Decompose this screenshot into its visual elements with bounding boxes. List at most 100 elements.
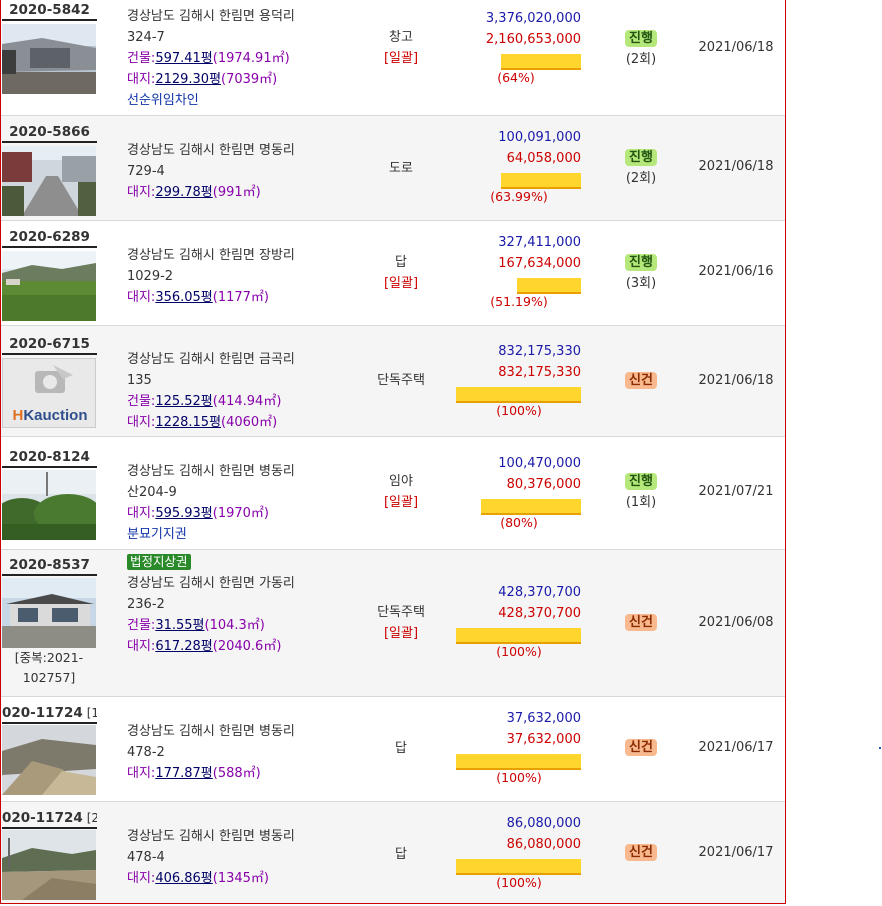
land-pyeong-link[interactable]: 1228.15평 xyxy=(155,415,221,430)
property-use: 도로 xyxy=(389,161,413,176)
building-pyeong-link[interactable]: 31.55평 xyxy=(155,618,204,633)
ratio-bar xyxy=(445,54,581,70)
price-block: 3,376,020,000 2,160,653,000 xyxy=(445,8,581,50)
land-pyeong-link[interactable]: 356.05평 xyxy=(155,290,212,305)
table-row[interactable]: 2020-8124 경상남도 김해시 한림면 병동리 산204-9 대지:595… xyxy=(1,437,785,550)
property-use: 단독주택 [일괄] xyxy=(361,602,441,644)
bulk-sale-tag: [일괄] xyxy=(383,495,419,510)
property-photo[interactable] xyxy=(2,251,96,321)
land-pyeong-link[interactable]: 299.78평 xyxy=(155,185,212,200)
status-badge: 신건 xyxy=(625,844,657,861)
sale-date: 2021/06/08 xyxy=(698,615,774,630)
building-pyeong-link[interactable]: 125.52평 xyxy=(155,394,212,409)
ratio-bar xyxy=(445,754,581,770)
table-row[interactable]: 2020-5842 경상남도 김해시 한림면 용덕리 324-7 건물:597.… xyxy=(1,0,786,116)
property-use: 답 xyxy=(395,741,407,756)
round-count: (2회) xyxy=(625,52,657,67)
land-pyeong-link[interactable]: 595.93평 xyxy=(155,506,212,521)
ratio-percent: (100%) xyxy=(496,875,542,890)
case-number-link[interactable]: 2020-6289 xyxy=(2,229,97,248)
case-number-link[interactable]: 2020-6715 xyxy=(2,336,97,355)
table-row[interactable]: 020-11724[1] 경상남도 김해시 한림면 병동리 478-2 대지:1… xyxy=(1,697,786,802)
table-row[interactable]: 2020-8537 [중복:2021- 102757] 법정지상권 경상남도 김… xyxy=(1,550,786,697)
row-edge-marker xyxy=(785,617,786,627)
table-row[interactable]: 2020-6289 경상남도 김해시 한림면 장방리 1029-2 대지:356… xyxy=(1,221,785,326)
sale-date: 2021/06/17 xyxy=(698,845,774,860)
property-photo[interactable] xyxy=(2,725,96,795)
property-info: 법정지상권 경상남도 김해시 한림면 가동리 236-2 건물:31.55평(1… xyxy=(127,552,357,657)
sale-date: 2021/06/18 xyxy=(698,40,774,55)
case-number-link[interactable]: 020-11724[2] xyxy=(2,810,97,829)
status-cell: 진행 (2회) xyxy=(601,28,681,70)
address-line: 경상남도 김해시 한림면 용덕리 xyxy=(127,9,295,24)
status-badge: 진행 xyxy=(625,473,657,490)
road-photo xyxy=(2,146,96,216)
table-row[interactable]: 2020-5866 경상남도 김해시 한림면 명동리 729-4 대지:299.… xyxy=(1,116,786,221)
land-pyeong-link[interactable]: 2129.30평 xyxy=(155,72,221,87)
case-number-link[interactable]: 2020-8124 xyxy=(2,449,97,468)
ratio-percent: (63.99%) xyxy=(490,189,548,204)
no-photo-placeholder[interactable]: HKauction xyxy=(2,358,96,428)
table-row[interactable]: 2020-6715 HKauction 경상남도 김해시 한림면 금곡리 135… xyxy=(1,326,785,437)
row-edge-marker xyxy=(785,742,786,752)
case-number-link[interactable]: 2020-5866 xyxy=(2,124,97,143)
duplicate-case: [중복:2021- 102757] xyxy=(14,650,84,685)
status-cell: 진행 (1회) xyxy=(625,473,657,510)
appraisal-price: 3,376,020,000 xyxy=(485,11,581,26)
row-edge-marker xyxy=(785,161,786,171)
price-block: 327,411,000 167,634,000 xyxy=(498,235,581,271)
status-badge: 진행 xyxy=(625,254,657,271)
case-number-link[interactable]: 020-11724[1] xyxy=(2,705,97,724)
special-note: 선순위임차인 xyxy=(127,93,199,108)
sale-date: 2021/06/18 xyxy=(698,373,774,388)
address-lot: 324-7 xyxy=(127,30,165,45)
farmland-photo xyxy=(2,830,96,900)
property-info: 경상남도 김해시 한림면 장방리 1029-2 대지:356.05평(1177㎡… xyxy=(127,245,357,308)
status-cell: 신건 xyxy=(601,612,681,633)
property-photo[interactable] xyxy=(2,830,96,900)
property-photo[interactable] xyxy=(2,24,96,94)
property-photo[interactable] xyxy=(2,146,96,216)
case-number-link[interactable]: 2020-8537 xyxy=(2,557,97,576)
house-photo xyxy=(2,578,96,648)
ratio-bar xyxy=(445,499,581,515)
land-area: 대지:177.87평(588㎡) xyxy=(127,766,261,781)
special-note: 분묘기지권 xyxy=(127,527,187,542)
status-badge: 신건 xyxy=(625,372,657,389)
price-block: 428,370,700 428,370,700 xyxy=(498,585,581,621)
ratio-bar xyxy=(445,859,581,875)
land-pyeong-link[interactable]: 406.86평 xyxy=(155,871,212,886)
ratio-percent: (100%) xyxy=(496,770,542,785)
land-area: 대지:356.05평(1177㎡) xyxy=(127,290,269,305)
table-row[interactable]: 020-11724[2] 경상남도 김해시 한림면 병동리 478-4 대지:4… xyxy=(1,802,785,903)
property-info: 경상남도 김해시 한림면 병동리 478-2 대지:177.87평(588㎡) xyxy=(127,721,357,784)
land-area: 대지:406.86평(1345㎡) xyxy=(127,871,269,886)
bulk-sale-tag: [일괄] xyxy=(383,626,419,641)
ratio-bar xyxy=(445,278,581,294)
ratio-bar xyxy=(445,173,581,189)
property-photo[interactable] xyxy=(2,470,96,540)
land-area: 대지:595.93평(1970㎡) xyxy=(127,506,269,521)
status-cell: 진행 (3회) xyxy=(625,254,657,291)
status-cell: 신건 xyxy=(601,737,681,758)
legal-surface-right-badge: 법정지상권 xyxy=(127,554,191,570)
land-area: 대지:1228.15평(4060㎡) xyxy=(127,415,278,430)
land-pyeong-link[interactable]: 617.28평 xyxy=(155,639,212,654)
bulk-sale-tag: [일괄] xyxy=(383,276,419,291)
row-edge-marker xyxy=(785,41,786,51)
sale-date: 2021/06/17 xyxy=(698,740,774,755)
property-info: 경상남도 김해시 한림면 병동리 산204-9 대지:595.93평(1970㎡… xyxy=(127,461,357,545)
building-pyeong-link[interactable]: 597.41평 xyxy=(155,51,212,66)
auction-list-table: 2020-5842 경상남도 김해시 한림면 용덕리 324-7 건물:597.… xyxy=(0,0,786,904)
land-pyeong-link[interactable]: 177.87평 xyxy=(155,766,212,781)
ratio-percent: (51.19%) xyxy=(490,294,548,309)
status-cell: 진행 (2회) xyxy=(625,149,657,186)
ratio-percent: (100%) xyxy=(496,644,542,659)
property-photo[interactable] xyxy=(2,578,96,648)
stray-dot xyxy=(879,747,881,749)
case-number-link[interactable]: 2020-5842 xyxy=(2,2,97,21)
property-use: 임야 [일괄] xyxy=(361,471,441,513)
property-use: 단독주택 xyxy=(377,373,425,388)
hillside-photo xyxy=(2,725,96,795)
ratio-bar xyxy=(445,628,581,644)
